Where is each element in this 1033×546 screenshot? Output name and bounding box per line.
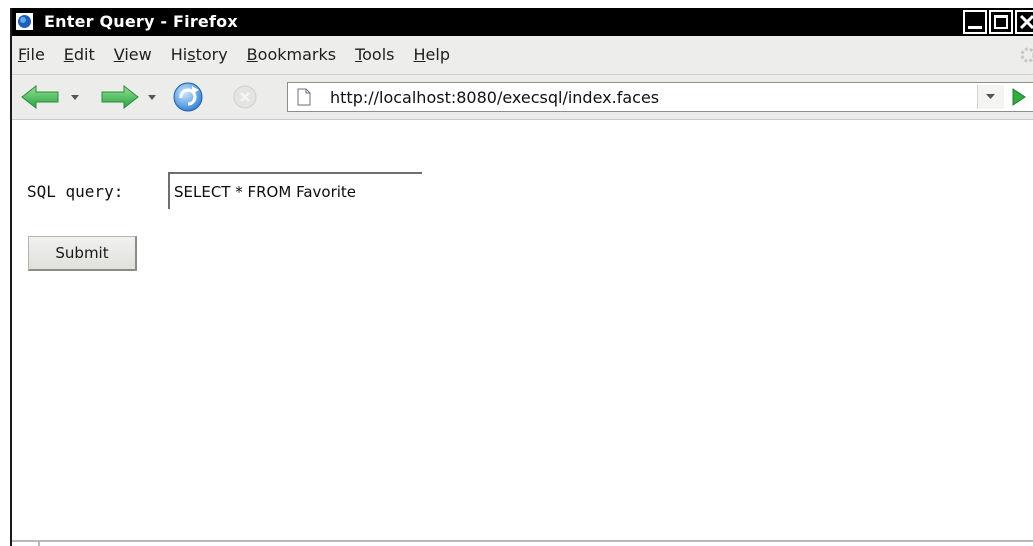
back-arrow-icon[interactable]: [20, 85, 62, 109]
menu-help-mnemonic: H: [413, 45, 426, 64]
menu-bookmarks-mnemonic: B: [246, 45, 258, 64]
menu-view-mnemonic: V: [113, 45, 125, 64]
url-dropdown-button[interactable]: [977, 85, 1004, 109]
page-icon: [297, 88, 311, 106]
back-dropdown-icon[interactable]: [71, 95, 79, 101]
forward-dropdown-icon[interactable]: [148, 95, 156, 101]
menu-bookmarks-label: ookmarks: [257, 45, 337, 64]
menu-edit-label: dit: [73, 45, 95, 64]
menu-file-mnemonic: F: [18, 45, 27, 64]
close-icon[interactable]: [1015, 10, 1033, 34]
menu-file-label: ile: [26, 45, 45, 64]
menu-edit-mnemonic: E: [63, 45, 74, 64]
minimize-icon[interactable]: [963, 10, 987, 34]
page-content: SQL query: Submit: [12, 120, 1033, 546]
forward-arrow-icon[interactable]: [98, 85, 140, 109]
menu-bookmarks[interactable]: Bookmarks: [247, 45, 336, 65]
menu-history-mnemonic: s: [187, 45, 196, 64]
firefox-app-icon[interactable]: [16, 13, 33, 30]
menu-edit[interactable]: Edit: [64, 45, 95, 65]
window-controls: [961, 10, 1033, 34]
maximize-icon[interactable]: [989, 10, 1013, 34]
status-bar-divider: [12, 540, 1033, 542]
browser-window: Enter Query - Firefox File Edit View His…: [10, 8, 1033, 546]
title-bar[interactable]: Enter Query - Firefox: [12, 8, 1033, 36]
navigation-toolbar: http://localhost:8080/execsql/index.face…: [12, 75, 1033, 120]
menu-help[interactable]: Help: [414, 45, 450, 65]
menu-help-label: elp: [425, 45, 450, 64]
menu-view-label: iew: [124, 45, 152, 64]
go-icon[interactable]: [1011, 87, 1027, 107]
throbber-icon: [1020, 47, 1033, 63]
menu-tools-label: ools: [362, 45, 395, 64]
submit-button[interactable]: Submit: [28, 236, 137, 271]
status-bar-notch: [38, 542, 40, 546]
window-title: Enter Query - Firefox: [44, 12, 238, 31]
reload-icon[interactable]: [172, 81, 204, 113]
url-text[interactable]: http://localhost:8080/execsql/index.face…: [330, 88, 659, 108]
sql-query-input[interactable]: [168, 172, 422, 209]
url-bar[interactable]: http://localhost:8080/execsql/index.face…: [287, 82, 1033, 112]
menu-history-prefix: Hi: [170, 45, 188, 64]
sql-query-label: SQL query:: [27, 182, 124, 201]
menu-history[interactable]: History: [171, 45, 228, 65]
menu-view[interactable]: View: [114, 45, 152, 65]
menu-bar: File Edit View History Bookmarks Tools H…: [12, 36, 1033, 75]
menu-file[interactable]: File: [18, 45, 45, 65]
menu-history-label: tory: [195, 45, 228, 64]
menu-tools[interactable]: Tools: [355, 45, 394, 65]
chevron-down-icon: [986, 94, 995, 99]
stop-icon[interactable]: [232, 84, 258, 110]
